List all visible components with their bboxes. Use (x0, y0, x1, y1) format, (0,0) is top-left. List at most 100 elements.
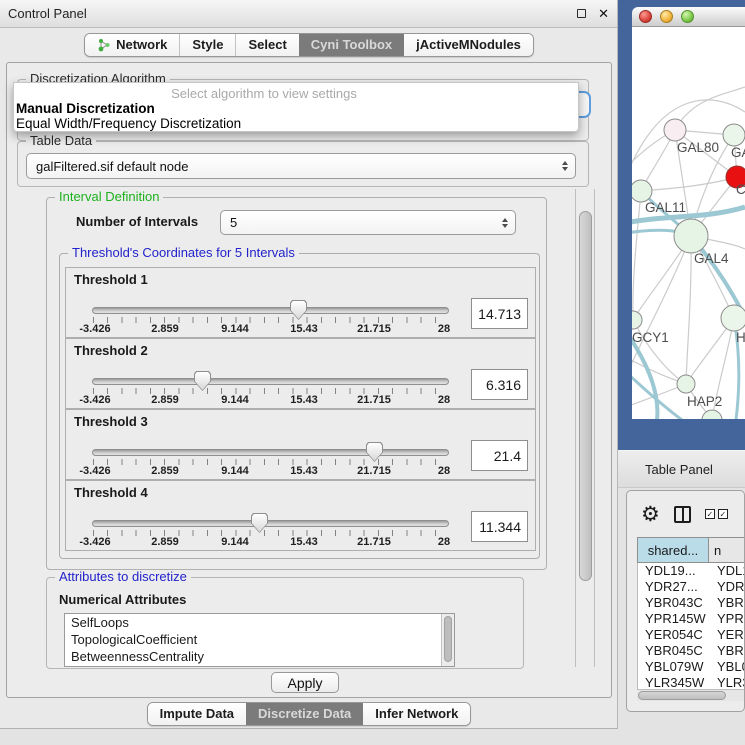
network-window-titlebar[interactable] (632, 7, 745, 27)
slider-track[interactable] (92, 449, 449, 456)
column-header-shared[interactable]: shared... (637, 537, 709, 563)
table-data-group: Table Data galFiltered.sif default node (17, 141, 589, 187)
table-row[interactable]: YER054CYER0 (638, 627, 745, 643)
dropdown-item-equal-width-frequency-discretization[interactable]: Equal Width/Frequency Discretization (14, 116, 578, 131)
cyni-mode-tab-bar: Impute Data Discretize DataInfer Network (0, 702, 618, 726)
slider-track[interactable] (92, 378, 449, 385)
minimize-traffic-light-icon[interactable] (660, 10, 673, 23)
network-graph-icon (97, 38, 111, 52)
attributes-list-scrollbar[interactable] (441, 614, 454, 666)
tab-infer-network[interactable]: Infer Network (363, 703, 470, 725)
scrollbar-thumb[interactable] (444, 616, 452, 662)
threshold-value-field[interactable]: 11.344 (471, 511, 528, 542)
list-item-selfloops[interactable]: SelfLoops (65, 614, 454, 631)
list-item-topologicalcoefficient[interactable]: TopologicalCoefficient (65, 631, 454, 648)
close-traffic-light-icon[interactable] (639, 10, 652, 23)
network-node-ga[interactable] (723, 124, 745, 146)
table-row[interactable]: YBR043CYBR0 (638, 595, 745, 611)
dropdown-item-manual-discretization[interactable]: Manual Discretization (14, 101, 578, 116)
tick-label: 2.859 (151, 394, 179, 406)
network-node-gal11[interactable] (632, 180, 652, 202)
close-window-button[interactable]: ✕ (598, 6, 609, 22)
float-icon (577, 9, 586, 18)
network-canvas[interactable]: GAL80GACGAL11GAL4GCY1HHAP2 (632, 27, 745, 419)
tick-label: 28 (438, 394, 450, 406)
cell-name: YPR1 (710, 611, 745, 627)
slider-track[interactable] (92, 520, 449, 527)
table-data-combobox[interactable]: galFiltered.sif default node (26, 153, 576, 179)
tab-network[interactable]: Network (85, 34, 179, 56)
threshold-value-field[interactable]: 6.316 (471, 369, 528, 400)
window-title: Control Panel (8, 6, 87, 21)
table-row[interactable]: YDR27...YDR2 (638, 579, 745, 595)
tick-label: 2.859 (151, 536, 179, 548)
tab-discretize-data[interactable]: Discretize Data (246, 703, 363, 725)
network-node-hap2[interactable] (677, 375, 695, 393)
number-of-intervals-label: Number of Intervals (76, 214, 198, 229)
network-node-gcy1[interactable] (632, 311, 642, 329)
checkbox-checked-icon: ✓ (718, 509, 728, 519)
panel-scrollbar-thumb[interactable] (579, 211, 592, 581)
tick-label: 15.43 (290, 465, 318, 477)
tick-label: 28 (438, 536, 450, 548)
cell-name: YBL0 (710, 659, 745, 675)
slider-tick-labels: -3.4262.8599.14415.4321.71528 (74, 465, 514, 478)
tab-select[interactable]: Select (235, 34, 298, 56)
zoom-traffic-light-icon[interactable] (681, 10, 694, 23)
right-column: GAL80GACGAL11GAL4GCY1HHAP2 Table Panel ⚙… (618, 0, 745, 745)
gear-icon[interactable]: ⚙ (641, 504, 660, 525)
threshold-panel-3: Threshold 3-3.4262.8599.14415.4321.71528… (65, 409, 536, 480)
tick-label: 21.715 (357, 394, 391, 406)
cell-shared-name: YLR345W (638, 675, 710, 689)
network-edge[interactable] (633, 191, 641, 320)
numerical-attributes-list[interactable]: SelfLoopsTopologicalCoefficientBetweenne… (64, 613, 455, 667)
table-row[interactable]: YBL079WYBL0 (638, 659, 745, 675)
threshold-label: Threshold 2 (74, 343, 148, 358)
table-horizontal-scrollbar[interactable] (637, 689, 745, 701)
network-node-h[interactable] (721, 305, 745, 331)
scrollbar-thumb[interactable] (638, 691, 726, 700)
panel-scrollbar[interactable] (575, 189, 595, 667)
float-window-button[interactable] (577, 6, 586, 21)
table-toolbar: ⚙ ✓ ✓ (627, 491, 744, 537)
attributes-group-title: Attributes to discretize (55, 570, 191, 584)
node-label: GAL11 (645, 200, 686, 215)
column-selector-icon[interactable] (674, 506, 691, 523)
threshold-value-field[interactable]: 14.713 (471, 298, 528, 329)
network-node-gal4[interactable] (674, 219, 708, 253)
bottom-tab-group: Impute Data Discretize DataInfer Network (147, 702, 472, 726)
tab-jactivemnodules[interactable]: jActiveMNodules (404, 34, 533, 56)
tab-impute-data[interactable]: Impute Data (148, 703, 246, 725)
cell-shared-name: YDR27... (638, 579, 710, 595)
cell-shared-name: YER054C (638, 627, 710, 643)
table-row[interactable]: YDL19...YDL1 (638, 563, 745, 579)
table-row[interactable]: YPR145WYPR1 (638, 611, 745, 627)
node-label: HAP2 (687, 394, 722, 409)
checkbox-icons[interactable]: ✓ ✓ (705, 509, 728, 519)
apply-button[interactable]: Apply (271, 672, 339, 693)
slider-track[interactable] (92, 307, 449, 314)
tick-label: -3.426 (79, 323, 110, 335)
number-of-intervals-combobox[interactable]: 5 (220, 210, 516, 235)
network-edge-highlighted[interactable] (632, 332, 657, 419)
tab-label: Impute Data (160, 706, 234, 721)
tick-label: -3.426 (79, 536, 110, 548)
top-tab-group: Network StyleSelectCyni ToolboxjActiveMNo… (84, 33, 534, 57)
table-row[interactable]: YLR345WYLR3 (638, 675, 745, 689)
network-window: GAL80GACGAL11GAL4GCY1HHAP2 (618, 0, 745, 450)
tab-cyni-toolbox[interactable]: Cyni Toolbox (299, 34, 404, 56)
network-edge[interactable] (686, 236, 691, 384)
node-label: GA (731, 145, 745, 160)
threshold-value-field[interactable]: 21.4 (471, 440, 528, 471)
network-node-gal80[interactable] (664, 119, 686, 141)
tab-label: Network (116, 37, 167, 52)
table-row[interactable]: YBR045CYBR0 (638, 643, 745, 659)
table-header-row: shared...n (637, 537, 745, 563)
tab-style[interactable]: Style (179, 34, 235, 56)
slider-tick-labels: -3.4262.8599.14415.4321.71528 (74, 323, 514, 336)
list-item-betweennesscentrality[interactable]: BetweennessCentrality (65, 648, 454, 665)
cell-shared-name: YPR145W (638, 611, 710, 627)
network-edge[interactable] (641, 177, 737, 191)
node-label: GAL4 (694, 251, 729, 266)
column-header-n[interactable]: n (709, 537, 745, 563)
